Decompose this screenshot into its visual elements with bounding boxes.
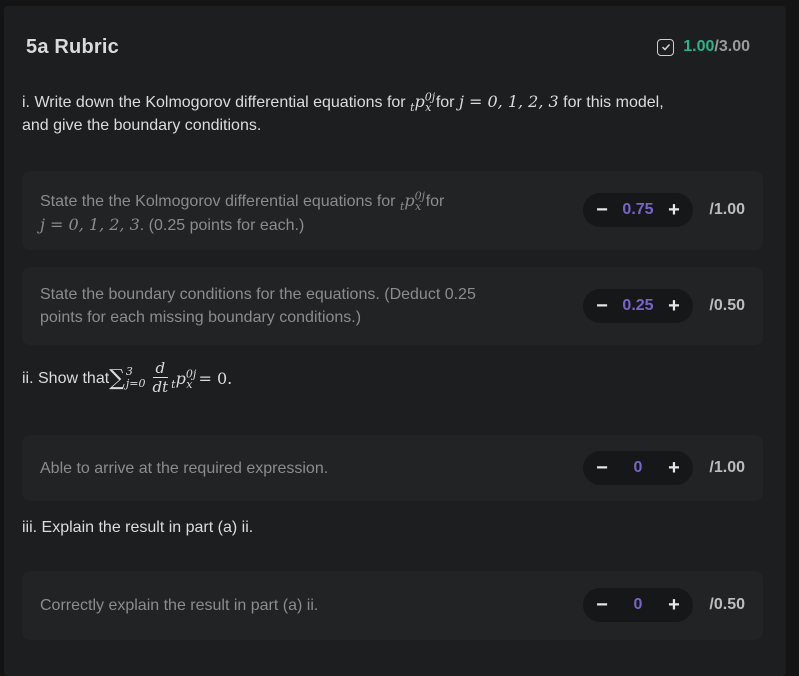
criterion-description: State the boundary conditions for the eq… — [40, 286, 476, 326]
points-value[interactable]: 0 — [634, 459, 643, 477]
rubric-title: 5a Rubric — [26, 36, 119, 58]
math-tp-x-0j: tp0jx — [410, 90, 436, 115]
max-points: /0.50 — [709, 297, 745, 314]
criterion-description: Correctly explain the result in part (a)… — [40, 597, 319, 614]
score-earned: 1.00 — [683, 38, 715, 55]
derivative-fraction: d dt — [152, 359, 169, 396]
decrement-button[interactable]: − — [595, 595, 609, 615]
max-points: /0.50 — [709, 596, 745, 613]
increment-button[interactable]: + — [667, 200, 681, 220]
increment-button[interactable]: + — [667, 595, 681, 615]
criterion-card: Able to arrive at the required expressio… — [22, 435, 763, 501]
points-value[interactable]: 0 — [634, 596, 643, 614]
math-tp-x-0j: tp0jx — [171, 367, 197, 391]
points-stepper: − 0.25 + — [583, 289, 693, 323]
sum-limits: 3 j=0 — [125, 365, 146, 390]
increment-button[interactable]: + — [667, 296, 681, 316]
points-stepper: − 0 + — [583, 588, 693, 622]
points-stepper: − 0 + — [583, 451, 693, 485]
criterion-description: State the the Kolmogorov differential eq… — [40, 189, 445, 234]
checkbox-icon — [657, 38, 675, 56]
decrement-button[interactable]: − — [595, 200, 609, 220]
points-stepper: − 0.75 + — [583, 193, 693, 227]
question-i: i. Write down the Kolmogorov differentia… — [22, 90, 664, 134]
criterion-card: Correctly explain the result in part (a)… — [22, 571, 763, 640]
decrement-button[interactable]: − — [595, 296, 609, 316]
criterion-card: State the the Kolmogorov differential eq… — [22, 171, 763, 250]
score-total: /3.00 — [714, 38, 750, 55]
increment-button[interactable]: + — [667, 458, 681, 478]
decrement-button[interactable]: − — [595, 458, 609, 478]
criterion-description: Able to arrive at the required expressio… — [40, 460, 329, 477]
total-score: 1.00 /3.00 — [657, 38, 750, 56]
question-ii: ii. Show that ∑ 3 j=0 d dt tp0jx = 0. — [22, 359, 233, 396]
points-value[interactable]: 0.25 — [622, 297, 653, 315]
question-iii: iii. Explain the result in part (a) ii. — [22, 519, 254, 536]
max-points: /1.00 — [709, 459, 745, 476]
criterion-card: State the boundary conditions for the eq… — [22, 267, 763, 345]
sum-sign: ∑ — [109, 365, 125, 391]
points-value[interactable]: 0.75 — [622, 201, 653, 219]
max-points: /1.00 — [709, 201, 745, 218]
